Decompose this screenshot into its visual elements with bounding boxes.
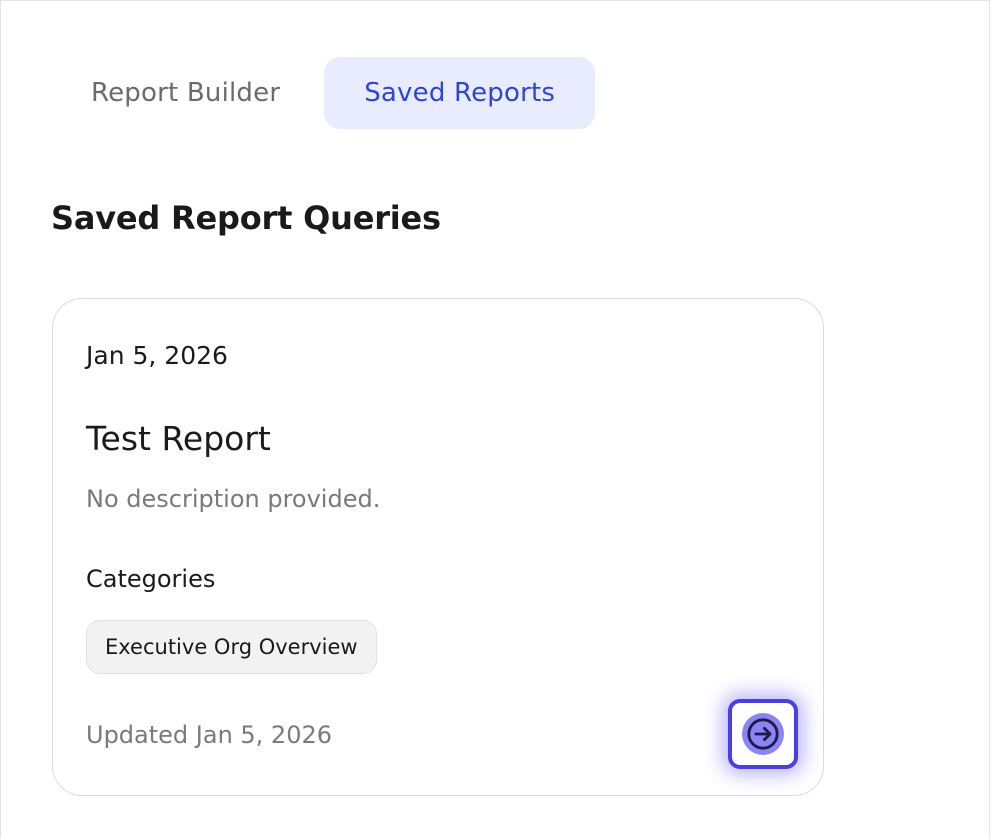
tab-bar: Report Builder Saved Reports — [57, 57, 596, 129]
tab-label: Saved Reports — [364, 78, 556, 108]
app-frame: Report Builder Saved Reports Saved Repor… — [0, 0, 990, 838]
tab-saved-reports[interactable]: Saved Reports — [324, 57, 596, 129]
tab-report-builder[interactable]: Report Builder — [57, 57, 314, 129]
report-date: Jan 5, 2026 — [86, 341, 228, 370]
categories-label: Categories — [86, 565, 216, 593]
tab-label: Report Builder — [91, 78, 281, 108]
open-report-button[interactable] — [728, 699, 798, 769]
updated-timestamp: Updated Jan 5, 2026 — [86, 721, 333, 749]
report-description: No description provided. — [86, 485, 381, 513]
saved-report-card: Jan 5, 2026 Test Report No description p… — [52, 298, 824, 796]
category-chip: Executive Org Overview — [86, 620, 377, 674]
arrow-right-circle-icon — [742, 713, 784, 755]
section-title: Saved Report Queries — [51, 199, 441, 237]
report-title: Test Report — [86, 419, 271, 458]
